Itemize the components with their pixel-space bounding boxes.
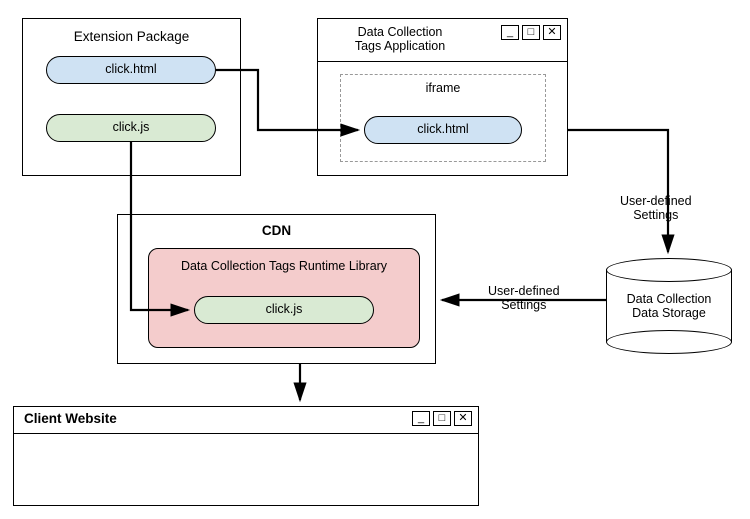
- tags-app-window-buttons: _ □ ✕: [501, 25, 561, 40]
- maximize-icon: □: [433, 411, 451, 426]
- extension-package-box: Extension Package: [22, 18, 241, 176]
- tags-app-title: Data Collection Tags Application: [330, 25, 470, 53]
- iframe-click-html-label: click.html: [417, 122, 468, 136]
- runtime-click-js-pill: click.js: [194, 296, 374, 324]
- runtime-library-title: Data Collection Tags Runtime Library: [149, 259, 419, 273]
- data-storage-cylinder: Data Collection Data Storage: [606, 258, 732, 354]
- extension-click-html-label: click.html: [105, 62, 156, 76]
- iframe-label: iframe: [341, 81, 545, 95]
- extension-click-js-pill: click.js: [46, 114, 216, 142]
- minimize-icon: _: [412, 411, 430, 426]
- runtime-click-js-label: click.js: [266, 302, 303, 316]
- minimize-icon: _: [501, 25, 519, 40]
- settings-label-mid: User-defined Settings: [488, 284, 560, 312]
- data-storage-label: Data Collection Data Storage: [606, 292, 732, 320]
- extension-package-title: Extension Package: [23, 29, 240, 44]
- client-website-title: Client Website: [24, 411, 117, 426]
- extension-click-js-label: click.js: [113, 120, 150, 134]
- settings-label-top: User-defined Settings: [620, 194, 692, 222]
- client-window-buttons: _ □ ✕: [412, 411, 472, 426]
- extension-click-html-pill: click.html: [46, 56, 216, 84]
- close-icon: ✕: [454, 411, 472, 426]
- cdn-title: CDN: [118, 223, 435, 238]
- iframe-click-html-pill: click.html: [364, 116, 522, 144]
- client-website-window: Client Website _ □ ✕: [13, 406, 479, 506]
- maximize-icon: □: [522, 25, 540, 40]
- close-icon: ✕: [543, 25, 561, 40]
